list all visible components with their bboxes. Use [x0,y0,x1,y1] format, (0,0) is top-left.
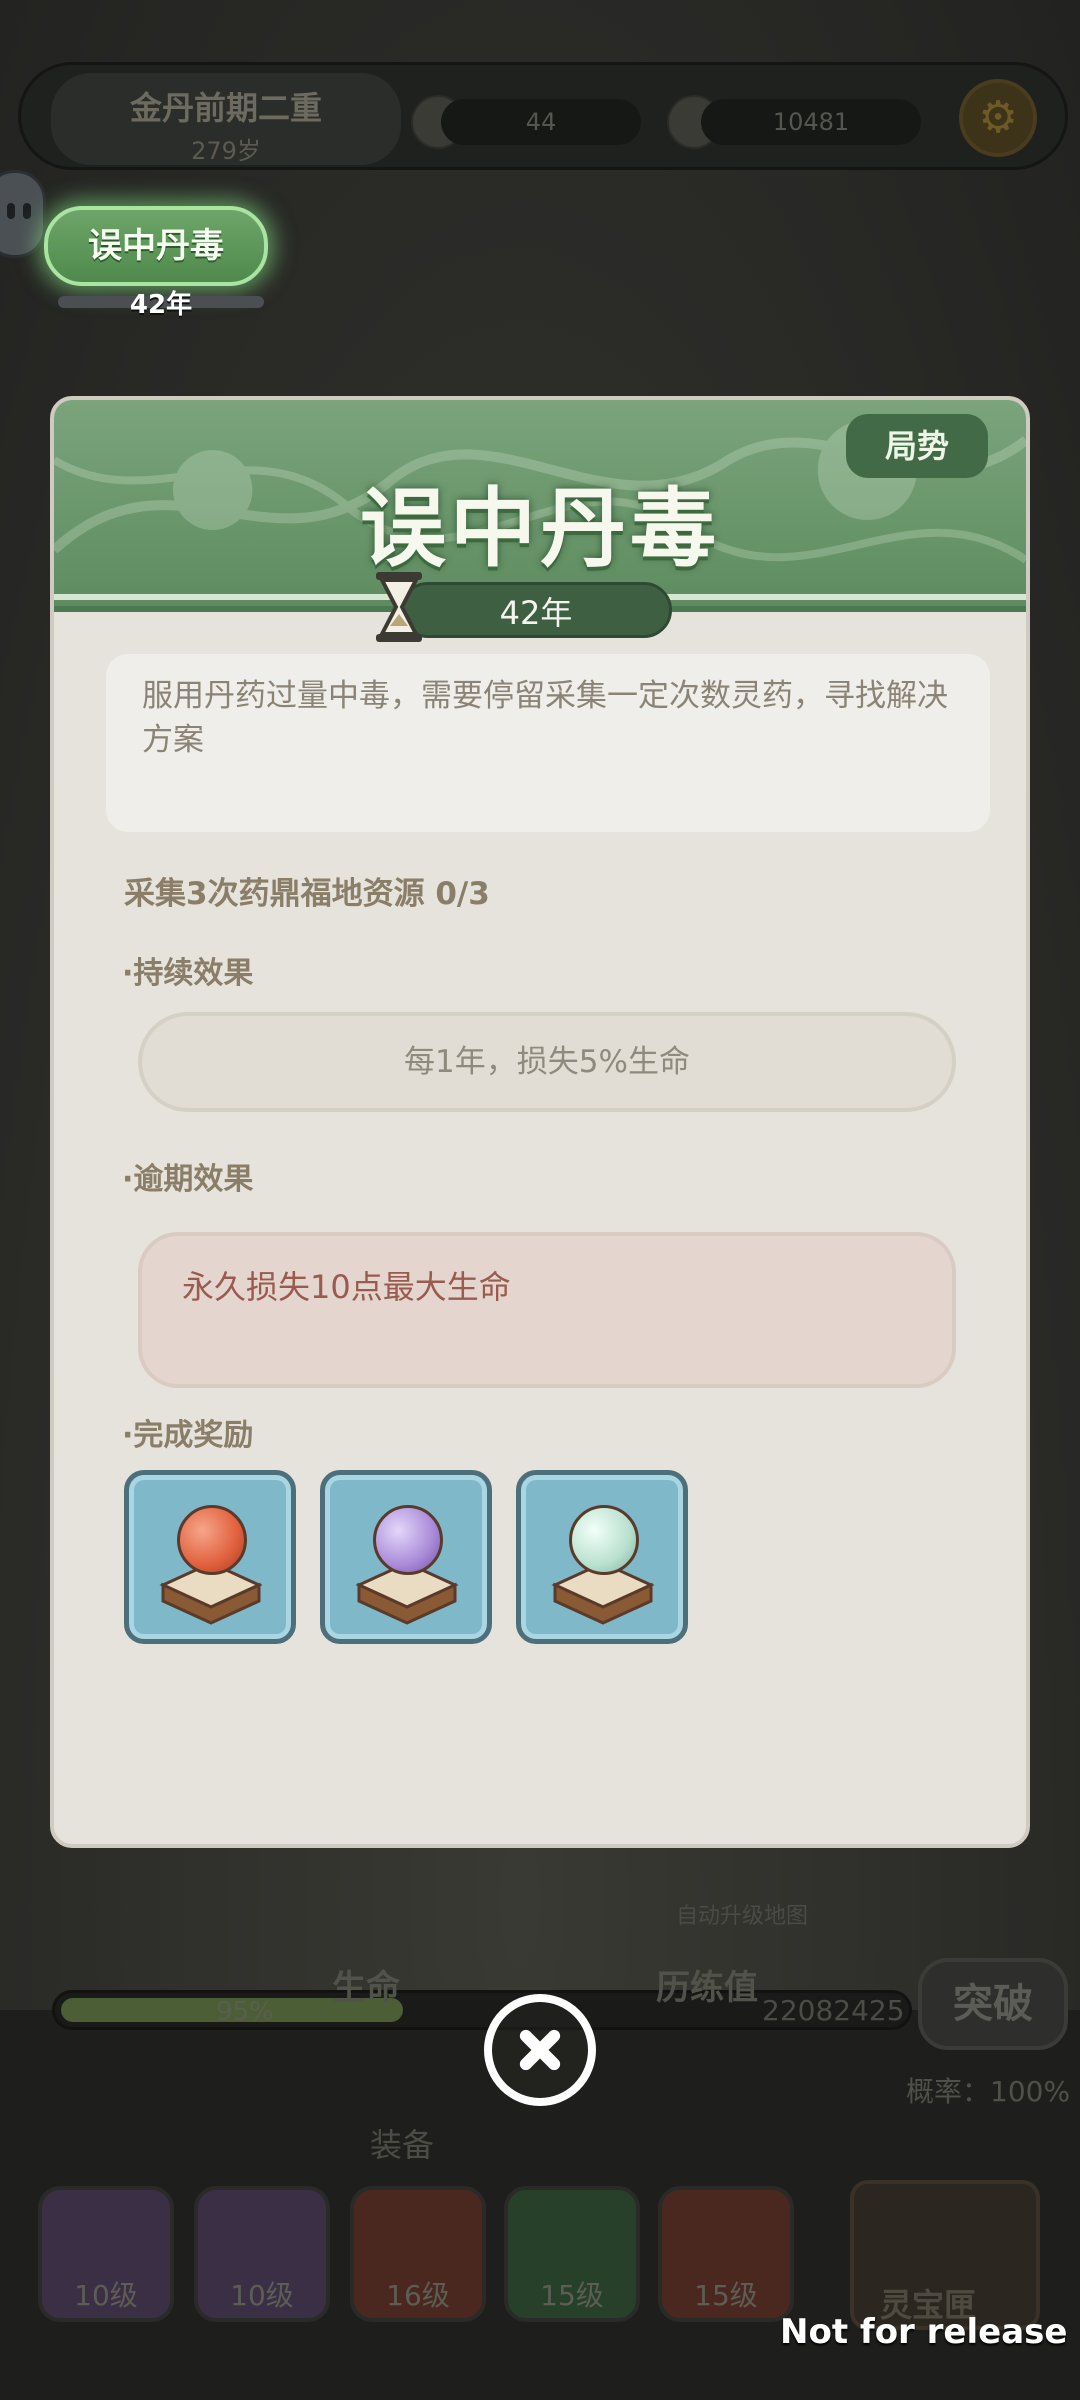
jade-count: 10481 [701,99,921,145]
realm-name: 金丹前期二重 [129,89,322,127]
task-progress: 采集3次药鼎福地资源 0/3 [124,876,490,912]
side-menu-avatar-icon[interactable] [0,170,46,258]
event-badge-years: 42年 [129,290,193,320]
equip-level: 15级 [540,2279,604,2312]
equip-level: 15级 [694,2279,758,2312]
event-dialog: 局势 误中丹毒 42年 服用丹药过量中毒，需要停留采集一定次数灵药，寻找解决方案… [50,396,1030,1848]
top-status-bar: 金丹前期二重 279岁 44 10481 ⚙ [18,62,1068,170]
jade-orb-reward[interactable] [516,1470,688,1644]
exp-value: 22082425 [762,1994,905,2027]
equip-level: 10级 [74,2279,138,2312]
equip-slot-robe[interactable]: 10级 [194,2186,330,2322]
spirit-stone-count: 44 [441,99,641,145]
equip-slot-belt[interactable]: 16级 [350,2186,486,2322]
equip-slot-ornament[interactable]: 15级 [658,2186,794,2322]
red-orb-reward[interactable] [124,1470,296,1644]
dialog-title: 误中丹毒 [360,478,720,579]
realm-info[interactable]: 金丹前期二重 279岁 [51,73,401,165]
gear-icon[interactable]: ⚙ [959,79,1037,157]
purple-orb-reward[interactable] [320,1470,492,1644]
overdue-effect: 永久损失10点最大生命 [138,1232,956,1388]
life-label: 生命 [332,1968,400,2008]
reward-label: ·完成奖励 [122,1418,254,1453]
red-orb-icon [177,1505,247,1575]
equipment-label: 装备 [370,2126,435,2164]
overdue-effect-label: ·逾期效果 [122,1162,254,1197]
dialog-header: 局势 误中丹毒 [54,400,1026,612]
event-badge[interactable]: 误中丹毒 [44,206,268,286]
purple-orb-icon [373,1505,443,1575]
ongoing-effect: 每1年，损失5%生命 [138,1012,956,1112]
watermark-text: Not for release [780,2312,1068,2352]
equip-level: 10级 [230,2279,294,2312]
ongoing-effect-label: ·持续效果 [122,956,254,991]
hourglass-icon [376,572,422,642]
exp-label: 历练值 [656,1968,758,2008]
breakthrough-button[interactable]: 突破 [918,1958,1068,2050]
equip-slot-sword[interactable]: 10级 [38,2186,174,2322]
realm-age: 279岁 [191,137,261,165]
event-years-pill: 42年 [400,582,672,638]
event-description: 服用丹药过量中毒，需要停留采集一定次数灵药，寻找解决方案 [106,654,990,832]
breakthrough-rate: 概率：100% [906,2075,1071,2108]
jade-orb-icon [569,1505,639,1575]
equip-slot-ring[interactable]: 15级 [504,2186,640,2322]
close-icon[interactable] [484,1994,596,2106]
auto-upgrade-text[interactable]: 自动升级地图 [676,1898,808,1930]
equip-level: 16级 [386,2279,450,2312]
